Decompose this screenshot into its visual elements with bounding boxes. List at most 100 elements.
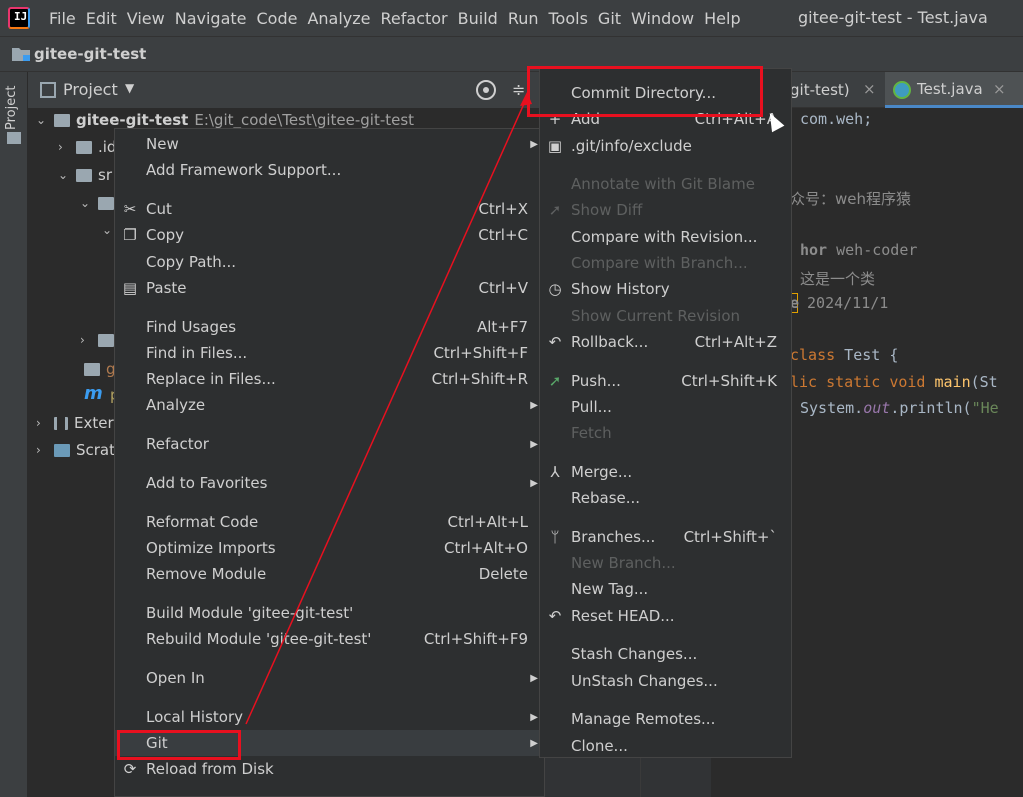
code-line: 众号：weh程序猿 [790,188,911,209]
menu-item-local-history[interactable]: Local History ▶ [115,704,544,730]
menu-item-refactor[interactable]: Refactor ▶ [115,431,544,457]
menu-run[interactable]: Run [503,9,544,28]
menu-item-branches[interactable]: ᛘ Branches... Ctrl+Shift+` [540,524,791,550]
menu-item-new-tag[interactable]: New Tag... [540,576,791,602]
menu-window[interactable]: Window [626,9,699,28]
menu-tools[interactable]: Tools [544,9,593,28]
menu-item-compare-with-branch[interactable]: Compare with Branch... [540,250,791,276]
menu-item-reset-head[interactable]: ↶ Reset HEAD... [540,603,791,629]
menu-item-analyze[interactable]: Analyze ▶ [115,392,544,418]
tree-row-gitignore[interactable]: g [80,357,116,381]
menu-item-git-info-exclude[interactable]: ▣ .git/info/exclude [540,133,791,159]
menu-item-pull[interactable]: Pull... [540,394,791,420]
menu-item-unstash-changes[interactable]: UnStash Changes... [540,668,791,694]
menu-item-rebase[interactable]: Rebase... [540,485,791,511]
menu-item-open-in[interactable]: Open In ▶ [115,665,544,691]
main-menu: File Edit View Navigate Code Analyze Ref… [44,0,746,36]
menu-item-rebuild-module[interactable]: Rebuild Module 'gitee-git-test' Ctrl+Shif… [115,626,544,652]
project-panel-header: Project ▼ ≑ [28,72,545,108]
menu-item-label: Add Framework Support... [146,161,342,179]
tab-test-java[interactable]: Test.java × [885,72,1023,108]
menu-item-manage-remotes[interactable]: Manage Remotes... [540,706,791,732]
menu-item-optimize-imports[interactable]: Optimize Imports Ctrl+Alt+O [115,535,544,561]
menu-item-replace-in-files[interactable]: Replace in Files... Ctrl+Shift+R [115,366,544,392]
menu-item-show-current-revision[interactable]: Show Current Revision [540,303,791,329]
menu-build[interactable]: Build [453,9,503,28]
menu-item-paste[interactable]: ▤ Paste Ctrl+V [115,275,544,301]
menu-item-compare-with-revision[interactable]: Compare with Revision... [540,224,791,250]
code-line: System.out.println("He [800,399,999,417]
submenu-arrow-icon: ▶ [530,672,538,684]
chevron-right-icon[interactable]: › [36,416,50,430]
project-folder-icon [7,132,21,144]
menu-item-shortcut: Alt+F7 [476,318,528,336]
logo-text: IJ [14,10,28,23]
locate-target-icon[interactable] [476,80,496,100]
menu-item-label: New Tag... [571,580,649,598]
menu-item-clone[interactable]: Clone... [540,733,791,759]
chevron-down-icon[interactable]: ⌄ [80,196,94,210]
menu-item-add-framework-support[interactable]: Add Framework Support... [115,157,544,183]
chevron-right-icon[interactable]: › [58,140,72,154]
menu-item-remove-module[interactable]: Remove Module Delete [115,561,544,587]
menu-edit[interactable]: Edit [81,9,122,28]
menu-item-add-to-favorites[interactable]: Add to Favorites ▶ [115,470,544,496]
code-keyword: static void [817,373,926,391]
code-string: "He [971,399,999,417]
menu-file[interactable]: File [44,9,81,28]
menu-item-stash-changes[interactable]: Stash Changes... [540,641,791,667]
tree-label: Scrat [76,441,116,459]
menu-code[interactable]: Code [252,9,303,28]
menu-item-cut[interactable]: ✂ Cut Ctrl+X [115,196,544,222]
menu-item-new-branch[interactable]: New Branch... [540,550,791,576]
menu-analyze[interactable]: Analyze [302,9,375,28]
chevron-right-icon[interactable]: › [80,333,94,347]
menu-item-find-usages[interactable]: Find Usages Alt+F7 [115,314,544,340]
menu-item-shortcut: Ctrl+Shift+R [431,370,528,388]
chevron-down-icon[interactable]: ▼ [125,81,134,95]
menu-item-label: Push... [571,372,621,390]
menu-item-label: Rebase... [571,489,641,507]
menu-item-copy-path[interactable]: Copy Path... [115,249,544,275]
menu-item-merge[interactable]: ⅄ Merge... [540,459,791,485]
menu-item-show-history[interactable]: ◷ Show History [540,276,791,302]
close-icon[interactable]: × [993,80,1006,98]
menu-item-reformat-code[interactable]: Reformat Code Ctrl+Alt+L [115,509,544,535]
menu-item-shortcut: Ctrl+Alt+L [447,513,529,531]
tab-pom[interactable]: git-test) [790,81,850,99]
tree-row[interactable]: › .id [58,135,116,159]
menu-item-copy[interactable]: ❐ Copy Ctrl+C [115,222,544,248]
close-icon[interactable]: × [863,80,876,98]
menu-item-annotate[interactable]: Annotate with Git Blame [540,171,791,197]
code-token: System. [800,399,864,417]
chevron-down-icon[interactable]: ⌄ [36,113,50,127]
menu-help[interactable]: Help [699,9,745,28]
breadcrumb-project[interactable]: gitee-git-test [34,45,146,63]
menu-item-label: Fetch [571,424,612,442]
code-line: e 2024/11/1 [790,293,888,313]
menu-item-show-diff[interactable]: ➚ Show Diff [540,197,791,223]
menu-item-find-in-files[interactable]: Find in Files... Ctrl+Shift+F [115,340,544,366]
menu-view[interactable]: View [122,9,170,28]
menu-item-label: Build Module 'gitee-git-test' [146,604,354,622]
collapse-all-icon[interactable]: ≑ [512,80,526,100]
project-view-selector[interactable]: Project [63,80,118,99]
menu-item-build-module[interactable]: Build Module 'gitee-git-test' [115,600,544,626]
project-tool-window-button[interactable]: Project [4,78,19,130]
menu-item-label: Reload from Disk [146,760,274,778]
menu-item-rollback[interactable]: ↶ Rollback... Ctrl+Alt+Z [540,329,791,355]
menu-item-label: Show Diff [571,201,643,219]
chevron-right-icon[interactable]: › [36,443,50,457]
menu-navigate[interactable]: Navigate [170,9,252,28]
tree-row-external-libraries[interactable]: › Exter [36,411,114,435]
menu-refactor[interactable]: Refactor [376,9,453,28]
menu-item-new[interactable]: New ▶ [115,131,544,157]
chevron-down-icon[interactable]: ⌄ [58,168,72,182]
menu-item-fetch[interactable]: Fetch [540,420,791,446]
tree-row[interactable]: ⌄ sr [58,163,112,187]
menu-item-push[interactable]: ➚ Push... Ctrl+Shift+K [540,368,791,394]
menu-item-label: Open In [146,669,205,687]
menu-git[interactable]: Git [593,9,626,28]
submenu-arrow-icon: ▶ [530,737,538,749]
tree-row-scratches[interactable]: › Scrat [36,438,115,462]
